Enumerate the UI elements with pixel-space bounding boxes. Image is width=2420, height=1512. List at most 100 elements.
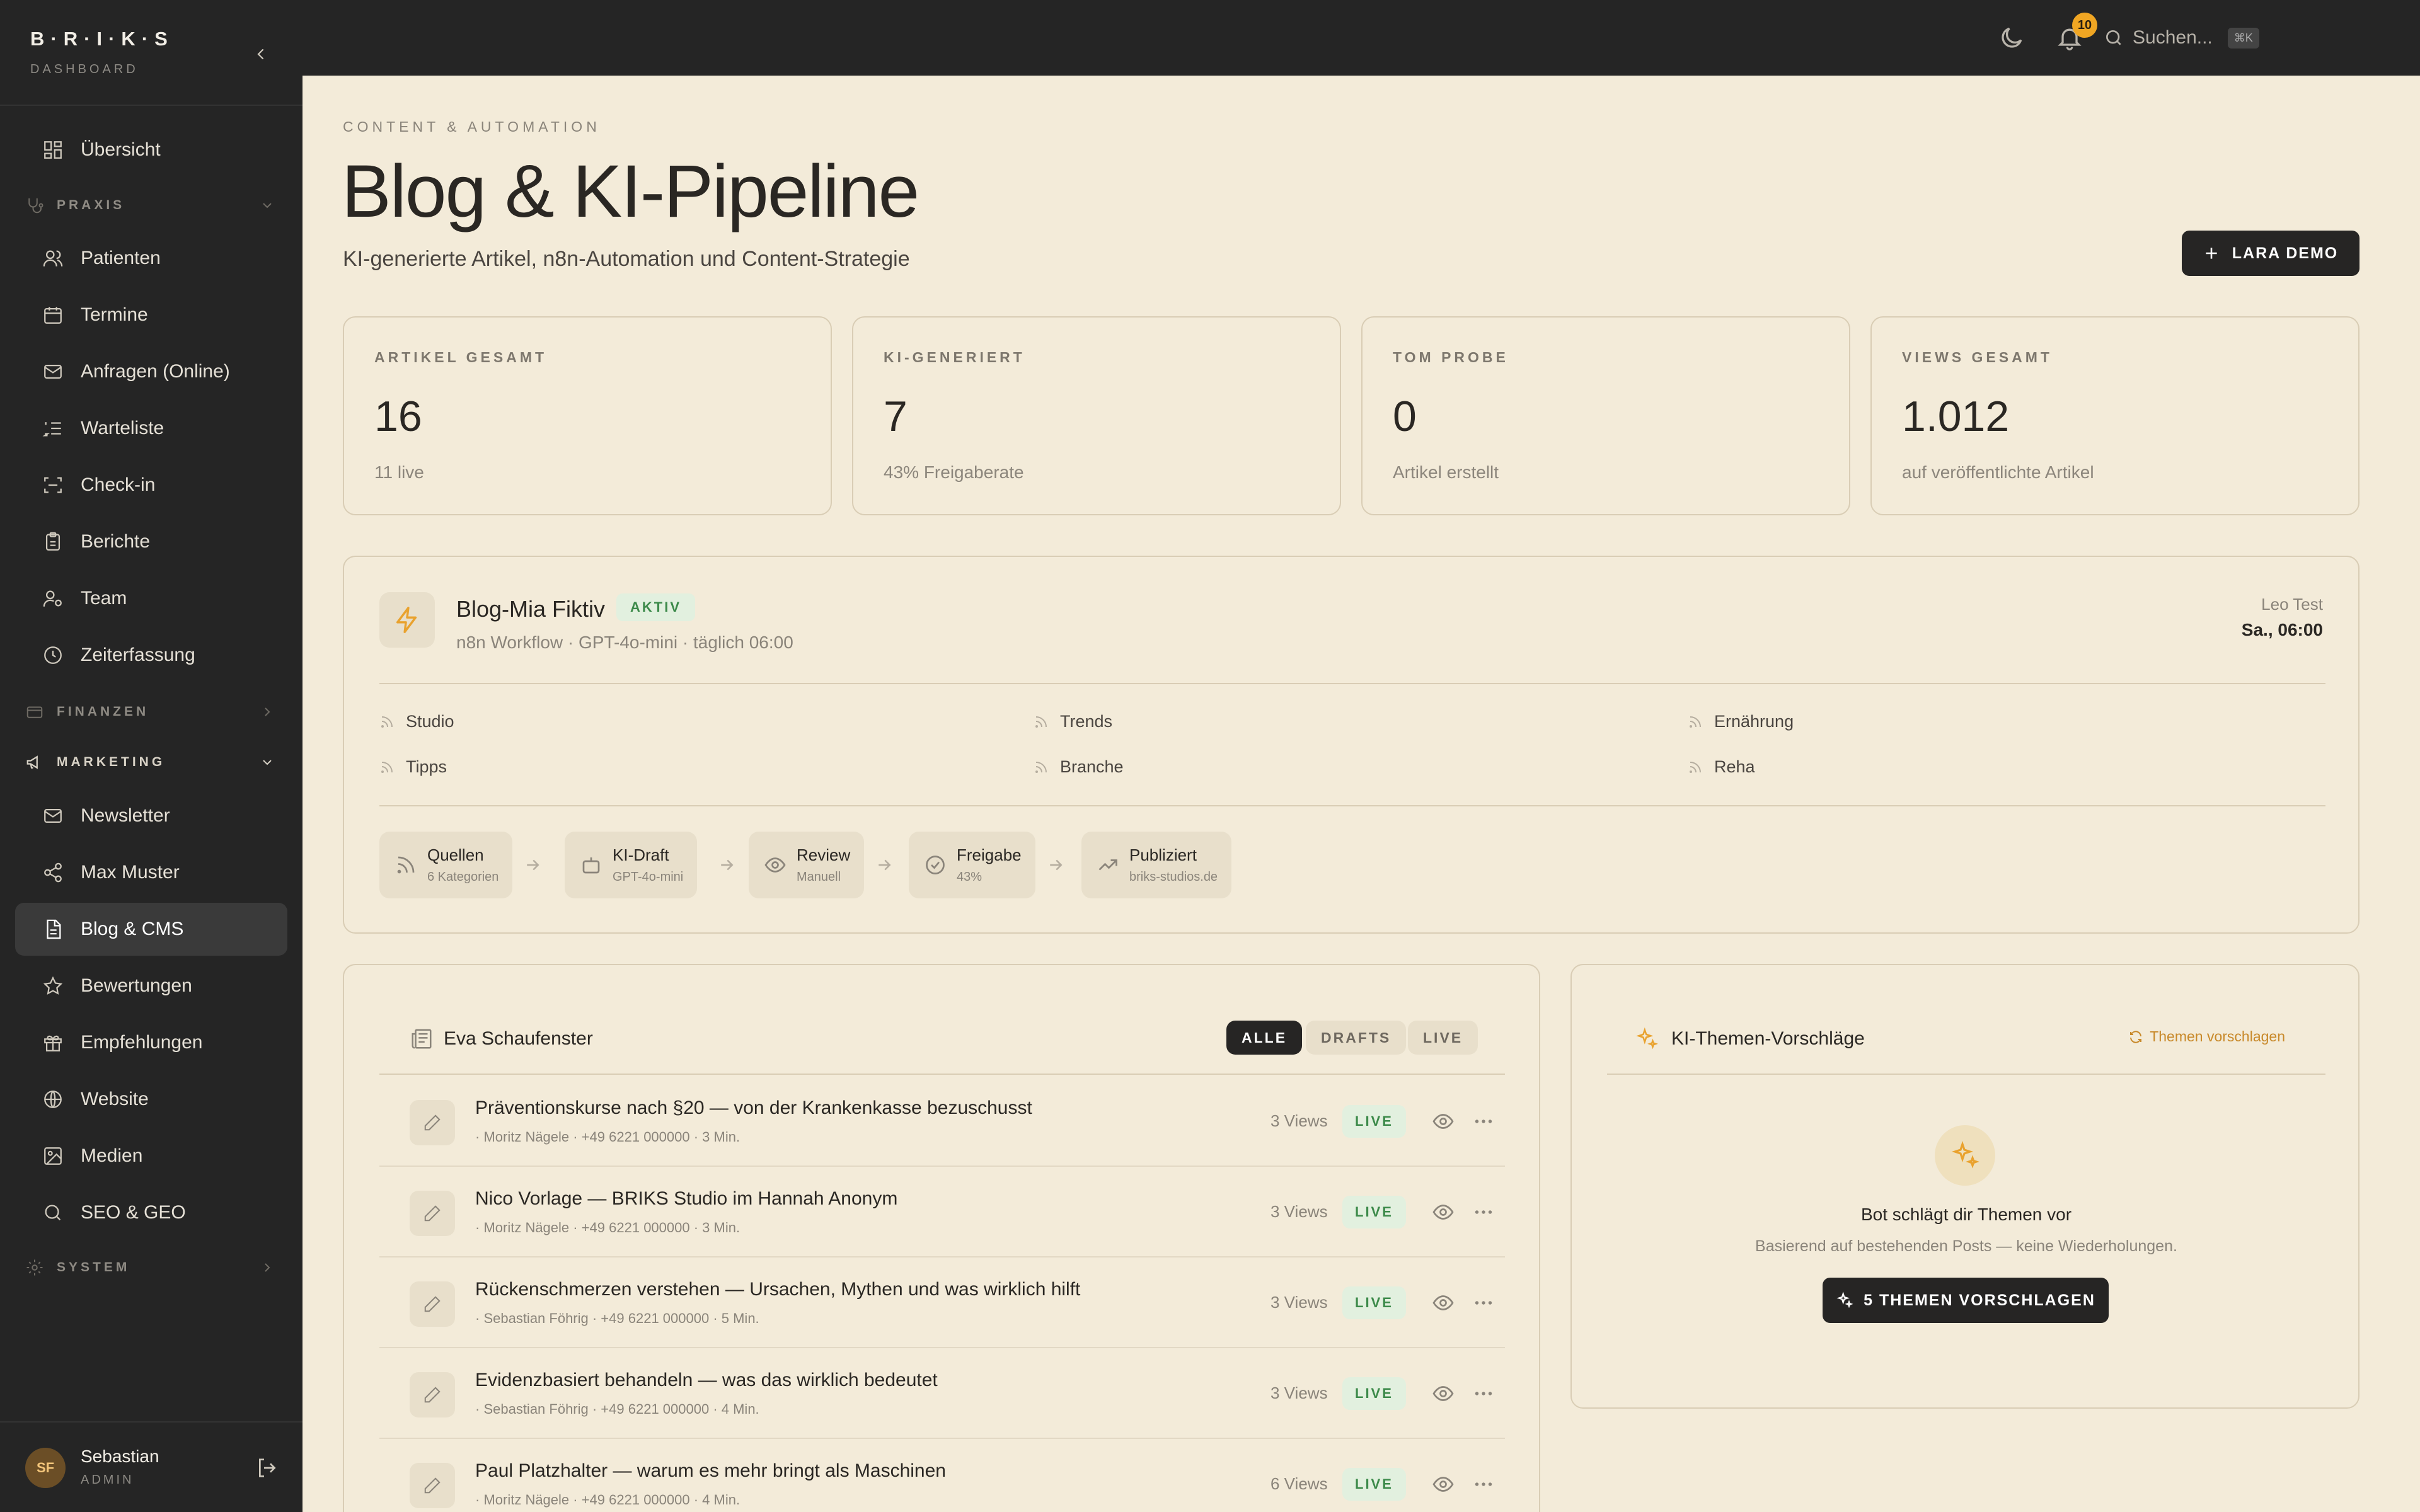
search-input[interactable]: Suchen... ⌘K xyxy=(2104,23,2259,53)
edit-button[interactable] xyxy=(410,1463,455,1508)
more-icon[interactable] xyxy=(1472,1110,1495,1133)
empty-state-text: Basierend auf bestehenden Posts — keine … xyxy=(1755,1237,2177,1255)
filter-alle[interactable]: ALLE xyxy=(1226,1021,1303,1055)
blog-posts-card: Eva Schaufenster ALLE DRAFTS LIVE Präven… xyxy=(343,964,1540,1512)
sidebar-item-label: Bewertungen xyxy=(81,975,192,996)
sidebar-item-bewertungen[interactable]: Bewertungen xyxy=(15,959,287,1012)
table-row[interactable]: Paul Platzhalter — warum es mehr bringt … xyxy=(379,1439,1505,1512)
sidebar-item-website[interactable]: Website xyxy=(15,1073,287,1126)
top-bar: Suchen... ⌘K 10 xyxy=(302,0,2420,76)
avatar[interactable]: SF xyxy=(25,1448,66,1488)
stat-value: 1.012 xyxy=(1902,392,2010,440)
edit-button[interactable] xyxy=(410,1100,455,1145)
feed-item[interactable]: Studio xyxy=(379,712,454,731)
status-badge: LIVE xyxy=(1342,1196,1406,1228)
logout-icon[interactable] xyxy=(255,1455,280,1480)
sidebar-item-medien[interactable]: Medien xyxy=(15,1130,287,1183)
more-icon[interactable] xyxy=(1472,1473,1495,1496)
sidebar-item-termine[interactable]: Termine xyxy=(15,289,287,341)
feed-item[interactable]: Branche xyxy=(1034,757,1124,777)
sidebar-item-zeiterfassung[interactable]: Zeiterfassung xyxy=(15,629,287,682)
feed-item[interactable]: Reha xyxy=(1688,757,1755,777)
feed-item[interactable]: Tipps xyxy=(379,757,447,777)
sidebar-item-berichte[interactable]: Berichte xyxy=(15,515,287,568)
sidebar-item-team[interactable]: Team xyxy=(15,572,287,625)
user-profile[interactable]: SF Sebastian ADMIN xyxy=(0,1421,302,1512)
mail-icon xyxy=(44,808,62,823)
app-logo[interactable]: B·R·I·K·S xyxy=(30,28,174,50)
step-title: KI-Draft xyxy=(613,845,669,864)
table-row[interactable]: Evidenzbasiert behandeln — was das wirkl… xyxy=(379,1348,1505,1439)
step-sub: Manuell xyxy=(797,870,841,884)
eye-icon[interactable] xyxy=(1432,1473,1455,1496)
more-icon[interactable] xyxy=(1472,1382,1495,1405)
pipeline-step-freigabe[interactable]: Freigabe 43% xyxy=(909,832,1035,898)
stat-card-tom: TOM PROBE 0 Artikel erstellt xyxy=(1361,316,1850,515)
workflow-meta: n8n Workflow · GPT-4o-mini · täglich 06:… xyxy=(456,633,793,652)
stat-value: 7 xyxy=(884,392,908,440)
sparkles-icon xyxy=(1636,1027,1658,1050)
table-row[interactable]: Rückenschmerzen verstehen — Ursachen, My… xyxy=(379,1257,1505,1348)
pipeline-step-quellen[interactable]: Quellen 6 Kategorien xyxy=(379,832,513,898)
pipeline-step-review[interactable]: Review Manuell xyxy=(749,832,865,898)
eye-icon[interactable] xyxy=(1432,1110,1455,1133)
sidebar-item-label: Anfragen (Online) xyxy=(81,361,230,382)
rss-icon xyxy=(397,856,415,874)
collapse-sidebar-button[interactable] xyxy=(248,42,274,67)
lara-demo-button[interactable]: LARA DEMO xyxy=(2182,231,2360,276)
section-marketing[interactable]: MARKETING xyxy=(25,750,277,775)
sidebar-item-max-muster[interactable]: Max Muster xyxy=(15,846,287,899)
divider xyxy=(379,1074,1505,1075)
sidebar-item-anfragen[interactable]: Anfragen (Online) xyxy=(15,345,287,398)
edit-button[interactable] xyxy=(410,1191,455,1236)
post-meta: · Moritz Nägele · +49 6221 000000 · 3 Mi… xyxy=(475,1220,740,1235)
more-icon[interactable] xyxy=(1472,1292,1495,1314)
section-praxis[interactable]: PRAXIS xyxy=(25,193,277,218)
workflow-title: Blog-Mia Fiktiv xyxy=(456,596,606,622)
stat-label: VIEWS GESAMT xyxy=(1902,349,2053,365)
sidebar-item-warteliste[interactable]: Warteliste xyxy=(15,402,287,455)
edit-button[interactable] xyxy=(410,1372,455,1418)
filter-drafts[interactable]: DRAFTS xyxy=(1306,1021,1407,1055)
feed-item[interactable]: Trends xyxy=(1034,712,1112,731)
section-system[interactable]: SYSTEM xyxy=(25,1255,277,1280)
sidebar-item-blog-cms[interactable]: Blog & CMS xyxy=(15,903,287,956)
post-title[interactable]: Paul Platzhalter — warum es mehr bringt … xyxy=(475,1460,946,1482)
eye-icon[interactable] xyxy=(1432,1382,1455,1405)
sidebar-item-uebersicht[interactable]: Übersicht xyxy=(15,123,287,176)
sidebar-item-checkin[interactable]: Check-in xyxy=(15,459,287,512)
page-title: Blog & KI-Pipeline xyxy=(342,150,919,233)
stat-label: TOM PROBE xyxy=(1393,349,1509,365)
sparkles-icon xyxy=(1836,1292,1853,1309)
eye-icon[interactable] xyxy=(1432,1292,1455,1314)
sidebar-item-label: Check-in xyxy=(81,474,156,495)
sidebar-item-seo-geo[interactable]: SEO & GEO xyxy=(15,1186,287,1239)
sidebar-item-empfehlungen[interactable]: Empfehlungen xyxy=(15,1016,287,1069)
filter-live[interactable]: LIVE xyxy=(1408,1021,1478,1055)
suggest-five-topics-button[interactable]: 5 THEMEN VORSCHLAGEN xyxy=(1823,1278,2109,1323)
edit-button[interactable] xyxy=(410,1281,455,1327)
sidebar-item-patienten[interactable]: Patienten xyxy=(15,232,287,285)
post-title[interactable]: Rückenschmerzen verstehen — Ursachen, My… xyxy=(475,1279,1080,1300)
post-title[interactable]: Nico Vorlage — BRIKS Studio im Hannah An… xyxy=(475,1188,897,1210)
divider xyxy=(379,683,2325,684)
sidebar-item-label: Empfehlungen xyxy=(81,1032,203,1053)
eye-icon[interactable] xyxy=(1432,1201,1455,1223)
post-title[interactable]: Evidenzbasiert behandeln — was das wirkl… xyxy=(475,1370,938,1391)
pipeline-step-publiziert[interactable]: Publiziert briks-studios.de xyxy=(1081,832,1232,898)
section-finanzen[interactable]: FINANZEN xyxy=(25,699,277,724)
table-row[interactable]: Präventionskurse nach §20 — von der Kran… xyxy=(379,1076,1505,1167)
post-meta: · Sebastian Föhrig · +49 6221 000000 · 5… xyxy=(475,1310,759,1326)
pipeline-step-ki-draft[interactable]: KI-Draft GPT-4o-mini xyxy=(565,832,698,898)
ki-card-title: KI-Themen-Vorschläge xyxy=(1671,1028,1865,1049)
post-title[interactable]: Präventionskurse nach §20 — von der Kran… xyxy=(475,1097,1032,1119)
table-row[interactable]: Nico Vorlage — BRIKS Studio im Hannah An… xyxy=(379,1167,1505,1257)
post-views: 3 Views xyxy=(1270,1293,1328,1312)
more-icon[interactable] xyxy=(1472,1201,1495,1223)
feed-item[interactable]: Ernährung xyxy=(1688,712,1794,731)
sidebar-item-newsletter[interactable]: Newsletter xyxy=(15,789,287,842)
moon-icon[interactable] xyxy=(1998,24,2025,52)
suggest-topics-link[interactable]: Themen vorschlagen xyxy=(2128,1028,2285,1045)
stat-value: 0 xyxy=(1393,392,1417,440)
bot-icon xyxy=(582,857,600,874)
